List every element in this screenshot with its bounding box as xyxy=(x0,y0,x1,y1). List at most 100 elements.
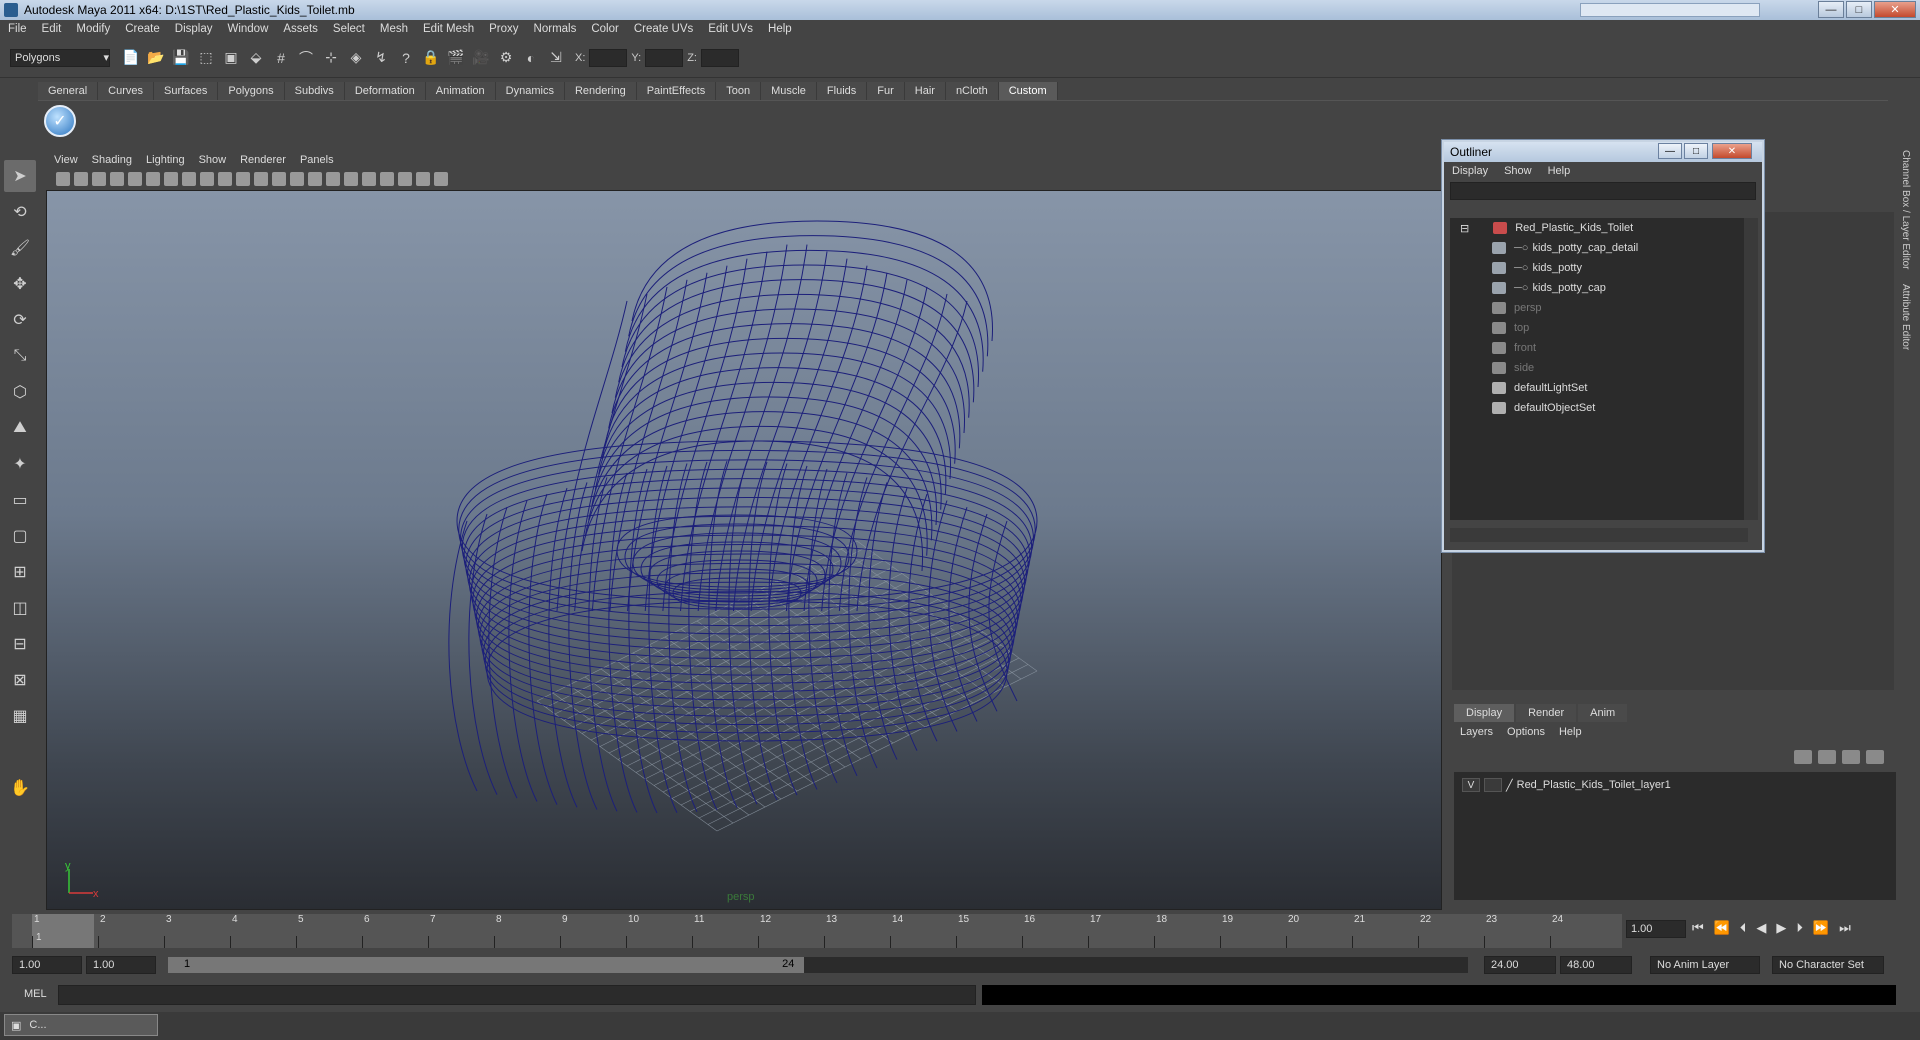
side-tab-attribute-editor[interactable]: Attribute Editor xyxy=(1900,284,1911,350)
persp-outliner-layout-icon[interactable]: ◫ xyxy=(4,592,36,624)
select-tool-icon[interactable]: ➤ xyxy=(4,160,36,192)
y-input[interactable] xyxy=(645,48,684,67)
range-slider-handle[interactable] xyxy=(168,957,805,973)
smooth-shading-icon[interactable] xyxy=(272,172,286,186)
persp-graph-layout-icon[interactable]: ⊟ xyxy=(4,628,36,660)
shelf-tab-curves[interactable]: Curves xyxy=(98,82,154,100)
shelf-tab-fur[interactable]: Fur xyxy=(867,82,905,100)
grid-toggle-icon[interactable] xyxy=(128,172,142,186)
outliner-item[interactable]: side xyxy=(1450,358,1746,378)
outliner-item[interactable]: front xyxy=(1450,338,1746,358)
field-chart-icon[interactable] xyxy=(200,172,214,186)
layer-menu-layers[interactable]: Layers xyxy=(1460,726,1493,738)
shelf-tab-fluids[interactable]: Fluids xyxy=(816,82,868,100)
outliner-title-bar[interactable]: Outliner — □ ✕ xyxy=(1444,142,1762,162)
outliner-item[interactable]: ⊟ Red_Plastic_Kids_Toilet xyxy=(1450,218,1746,238)
perspective-viewport[interactable]: y x persp xyxy=(46,190,1442,910)
menu-help[interactable]: Help xyxy=(768,23,792,35)
layer-visibility-toggle[interactable]: V xyxy=(1462,778,1480,792)
shelf-tab-general[interactable]: General xyxy=(38,82,99,100)
character-set-dropdown[interactable]: No Character Set xyxy=(1772,956,1884,974)
menu-window[interactable]: Window xyxy=(227,23,268,35)
single-pane-layout-icon[interactable]: ▢ xyxy=(4,520,36,552)
help-search-field[interactable] xyxy=(1580,3,1760,17)
camera-attributes-icon[interactable] xyxy=(74,172,88,186)
rotate-tool-icon[interactable]: ⟳ xyxy=(4,304,36,336)
viewport-menu-shading[interactable]: Shading xyxy=(92,154,132,166)
four-pane-layout-icon[interactable]: ⊞ xyxy=(4,556,36,588)
shelf-tab-subdivs[interactable]: Subdivs xyxy=(284,82,345,100)
new-layer-icon[interactable] xyxy=(1842,750,1860,764)
menu-assets[interactable]: Assets xyxy=(283,23,318,35)
go-to-end-icon[interactable]: ⏭ xyxy=(1839,920,1851,936)
xray-icon[interactable] xyxy=(398,172,412,186)
outliner-item[interactable]: ─○ kids_potty_cap xyxy=(1450,278,1746,298)
isolate-select-icon[interactable] xyxy=(380,172,394,186)
show-manipulator-icon[interactable]: ✦ xyxy=(4,448,36,480)
outliner-maximize-button[interactable]: □ xyxy=(1684,143,1708,159)
shelf-tab-muscle[interactable]: Muscle xyxy=(761,82,817,100)
xray-joints-icon[interactable] xyxy=(416,172,430,186)
maximize-button[interactable]: □ xyxy=(1846,1,1872,18)
lasso-tool-icon[interactable]: ⟲ xyxy=(4,196,36,228)
input-line-icon[interactable]: ⇲ xyxy=(545,47,567,69)
image-plane-icon[interactable] xyxy=(110,172,124,186)
ipr-render-icon[interactable]: 🎥 xyxy=(470,47,492,69)
shadows-icon[interactable] xyxy=(362,172,376,186)
resolution-gate-icon[interactable] xyxy=(164,172,178,186)
move-tool-icon[interactable]: ✥ xyxy=(4,268,36,300)
film-gate-icon[interactable] xyxy=(146,172,160,186)
hypershade-icon[interactable]: ◐ xyxy=(520,47,542,69)
render-settings-icon[interactable]: ⚙ xyxy=(495,47,517,69)
sculpt-icon[interactable]: ✋ xyxy=(4,772,36,804)
outliner-item[interactable]: ─○ kids_potty_cap_detail xyxy=(1450,238,1746,258)
menu-modify[interactable]: Modify xyxy=(76,23,110,35)
lock-icon[interactable]: 🔒 xyxy=(420,47,442,69)
play-forward-icon[interactable]: ▶ xyxy=(1776,920,1786,936)
step-forward-key-icon[interactable]: ⏩ xyxy=(1813,920,1829,936)
outliner-minimize-button[interactable]: — xyxy=(1658,143,1682,159)
custom-layout-icon[interactable]: ▦ xyxy=(4,700,36,732)
close-button[interactable]: ✕ xyxy=(1874,1,1916,18)
playback-end-field[interactable]: 24.00 xyxy=(1484,956,1556,974)
hypershade-layout-icon[interactable]: ⊠ xyxy=(4,664,36,696)
menu-file[interactable]: File xyxy=(8,23,27,35)
menu-mesh[interactable]: Mesh xyxy=(380,23,408,35)
move-layer-down-icon[interactable] xyxy=(1818,750,1836,764)
render-current-icon[interactable]: 🎬 xyxy=(445,47,467,69)
wireframe-on-shaded-icon[interactable] xyxy=(290,172,304,186)
checkmark-shelf-icon[interactable]: ✓ xyxy=(44,105,76,137)
layer-menu-options[interactable]: Options xyxy=(1507,726,1545,738)
new-layer-from-selected-icon[interactable] xyxy=(1866,750,1884,764)
select-object-icon[interactable]: ▣ xyxy=(220,47,242,69)
outliner-menu-show[interactable]: Show xyxy=(1504,165,1532,177)
layer-tab-anim[interactable]: Anim xyxy=(1578,704,1628,722)
menu-create-uvs[interactable]: Create UVs xyxy=(634,23,693,35)
shelf-tab-painteffects[interactable]: PaintEffects xyxy=(636,82,717,100)
toilet-wireframe-model[interactable] xyxy=(47,191,1442,910)
layer-row[interactable]: V ╱ Red_Plastic_Kids_Toilet_layer1 xyxy=(1462,778,1671,792)
outliner-vertical-scrollbar[interactable] xyxy=(1744,218,1758,520)
all-lights-icon[interactable] xyxy=(344,172,358,186)
outliner-item[interactable]: ─○ kids_potty xyxy=(1450,258,1746,278)
safe-action-icon[interactable] xyxy=(218,172,232,186)
history-icon[interactable]: ↯ xyxy=(370,47,392,69)
shelf-tab-rendering[interactable]: Rendering xyxy=(564,82,637,100)
viewport-menu-show[interactable]: Show xyxy=(199,154,227,166)
menu-create[interactable]: Create xyxy=(125,23,160,35)
mel-command-input[interactable] xyxy=(58,985,976,1005)
menu-normals[interactable]: Normals xyxy=(534,23,577,35)
current-frame-field[interactable]: 1.00 xyxy=(1626,920,1686,938)
minimize-button[interactable]: — xyxy=(1818,1,1844,18)
mel-label[interactable]: MEL xyxy=(24,988,47,1000)
outliner-item[interactable]: persp xyxy=(1450,298,1746,318)
time-slider[interactable]: 1 2 3 4 5 6 7 8 9 10 11 12 13 14 15 16 17 18 19 20 21 22 23 24 1 xyxy=(12,914,1622,948)
range-slider[interactable]: 1 24 xyxy=(168,957,1468,973)
menu-set-dropdown[interactable]: Polygons ▾ xyxy=(10,48,110,67)
play-backward-icon[interactable]: ◀ xyxy=(1756,920,1766,936)
collapse-toggle-icon[interactable]: ⊟ xyxy=(1460,222,1469,235)
menu-proxy[interactable]: Proxy xyxy=(489,23,518,35)
snap-grid-icon[interactable]: # xyxy=(270,47,292,69)
snap-point-icon[interactable]: ⊹ xyxy=(320,47,342,69)
layer-tab-display[interactable]: Display xyxy=(1454,704,1515,722)
